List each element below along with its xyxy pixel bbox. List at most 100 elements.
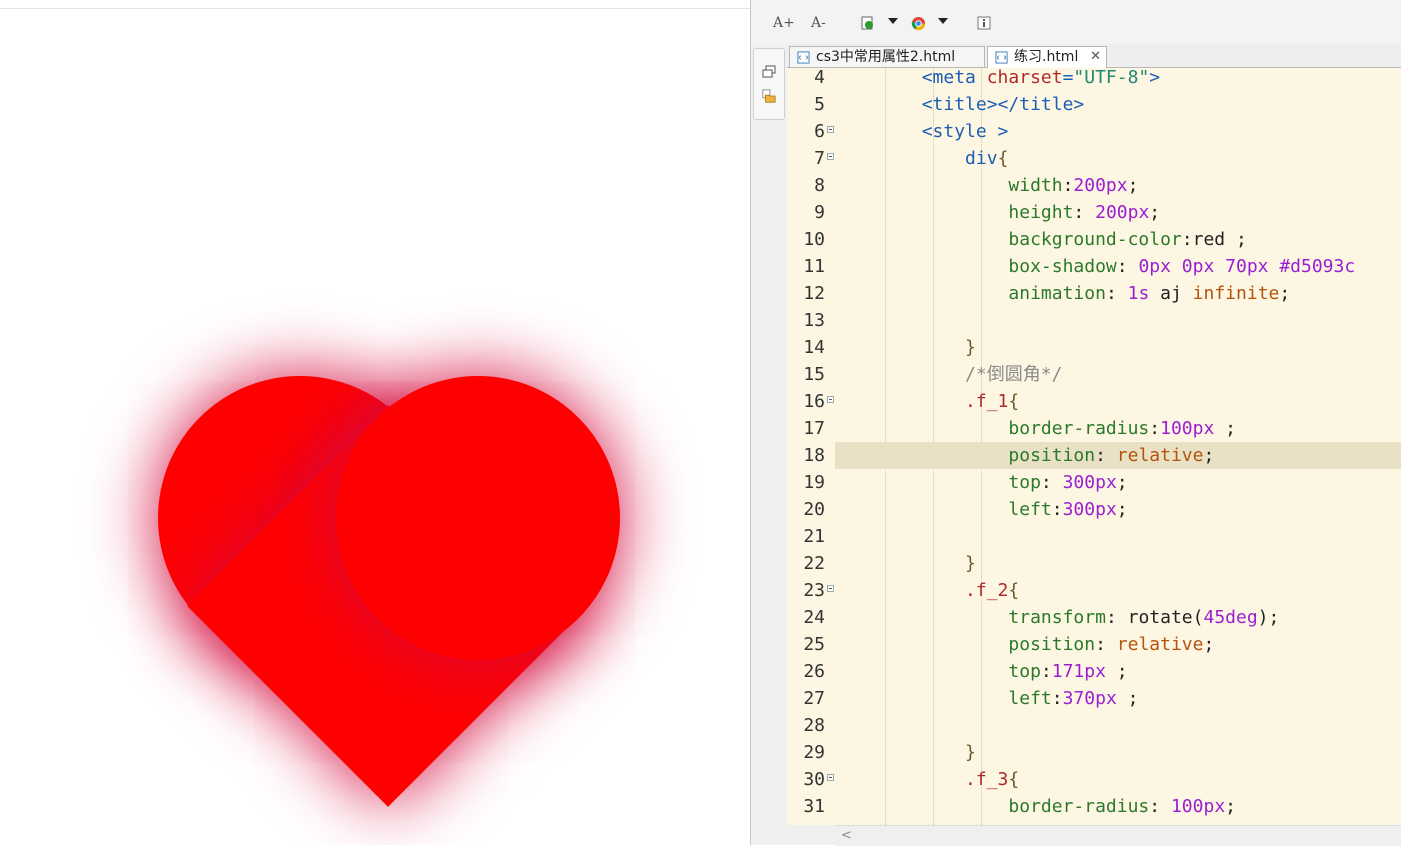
code-line: box-shadow: 0px 0px 70px #d5093c <box>835 253 1401 280</box>
code-token: infinite <box>1192 283 1280 304</box>
line-number: 18 <box>803 445 825 466</box>
html-file-icon <box>797 51 810 64</box>
run-icon <box>861 16 873 30</box>
close-tab-icon[interactable]: ✕ <box>1090 47 1101 67</box>
browser-preview <box>0 0 750 845</box>
code-token: { <box>1008 580 1020 601</box>
line-number: 16 <box>803 391 825 412</box>
code-token: .f_2 <box>835 580 1009 601</box>
code-line: width:200px; <box>835 172 1401 199</box>
line-number: 26 <box>803 661 825 682</box>
browser-preview-button[interactable] <box>911 12 926 34</box>
line-number: 27 <box>803 688 825 709</box>
code-token: height <box>835 202 1074 223</box>
line-number: 6 <box>814 121 825 142</box>
line-number: 7 <box>814 148 825 169</box>
tab-cs3-html[interactable]: cs3中常用属性2.html <box>789 46 985 67</box>
browser-dropdown-chevron-icon[interactable] <box>938 18 948 24</box>
line-number: 20 <box>803 499 825 520</box>
folder-files-icon[interactable] <box>761 89 777 103</box>
code-area[interactable]: <meta charset="UTF-8"> <title></title> <… <box>835 68 1401 825</box>
html-file-icon <box>995 51 1008 64</box>
horizontal-scrollbar[interactable]: < <box>835 825 1401 846</box>
line-number: 14 <box>803 337 825 358</box>
code-token: { <box>1008 769 1020 790</box>
code-token: 45deg <box>1203 607 1258 628</box>
code-token: animation <box>835 283 1106 304</box>
line-number: 12 <box>803 283 825 304</box>
code-token: 100px <box>1170 796 1226 817</box>
restore-window-icon[interactable] <box>761 65 777 79</box>
line-number: 29 <box>803 742 825 763</box>
code-token: div <box>835 148 998 169</box>
line-number: 21 <box>803 526 825 547</box>
side-panel <box>753 48 785 120</box>
code-line: height: 200px; <box>835 199 1401 226</box>
font-increase-button[interactable]: A+ <box>773 12 795 34</box>
code-token: background-color <box>835 229 1182 250</box>
code-line: border-radius:100px ; <box>835 415 1401 442</box>
code-token: position <box>835 634 1096 655</box>
code-token: : <box>1062 175 1074 196</box>
code-token: 200px <box>1073 175 1128 196</box>
code-token: 300px <box>1062 472 1117 493</box>
code-token: <style > <box>835 121 1009 142</box>
code-line: .f_3{ <box>835 766 1401 793</box>
fold-toggle-icon[interactable] <box>827 774 834 781</box>
fold-toggle-icon[interactable] <box>827 585 834 592</box>
code-token: border-radius <box>835 796 1150 817</box>
code-token: : <box>1040 661 1052 682</box>
code-line: /*倒圆角*/ <box>835 361 1401 388</box>
code-token: width <box>835 175 1063 196</box>
run-button[interactable] <box>861 12 875 34</box>
code-line: animation: 1s aj infinite; <box>835 280 1401 307</box>
scroll-left-icon[interactable]: < <box>841 828 852 843</box>
code-line: border-radius: 100px; <box>835 793 1401 820</box>
code-token: /*倒圆角*/ <box>835 364 1063 385</box>
line-number: 10 <box>803 229 825 250</box>
info-button[interactable] <box>977 12 991 34</box>
code-line: } <box>835 334 1401 361</box>
font-increase-icon: A+ <box>773 15 795 31</box>
line-number: 28 <box>803 715 825 736</box>
code-line: } <box>835 739 1401 766</box>
line-number: 11 <box>803 256 825 277</box>
font-decrease-button[interactable]: A- <box>811 12 826 34</box>
code-token: 171px <box>1051 661 1106 682</box>
line-number: 4 <box>814 68 825 88</box>
code-token: } <box>835 337 976 358</box>
code-token: : rotate( <box>1105 607 1204 628</box>
run-dropdown-chevron-icon[interactable] <box>888 18 898 24</box>
heart-right-circle <box>336 376 620 660</box>
code-token: <meta <box>835 68 987 88</box>
code-editor-pane: A+ A- cs3中常用属性2.html 练习.html ✕ 4 5 6 7 8… <box>750 0 1401 846</box>
tab-practice-html[interactable]: 练习.html ✕ <box>987 46 1107 68</box>
line-number: 30 <box>803 769 825 790</box>
code-token: relative <box>1116 445 1204 466</box>
code-token: box-shadow <box>835 256 1117 277</box>
code-line: top: 300px; <box>835 469 1401 496</box>
editor-toolbar: A+ A- <box>751 0 1401 44</box>
code-token: 200px <box>1095 202 1150 223</box>
code-line: left:300px; <box>835 496 1401 523</box>
line-number: 8 <box>814 175 825 196</box>
line-number: 22 <box>803 553 825 574</box>
code-token: : <box>1051 499 1063 520</box>
code-token: } <box>835 742 976 763</box>
code-token: position <box>835 445 1096 466</box>
preview-top-border <box>0 8 750 9</box>
code-token: : <box>1105 283 1128 304</box>
fold-toggle-icon[interactable] <box>827 396 834 403</box>
fold-toggle-icon[interactable] <box>827 126 834 133</box>
code-line: div{ <box>835 145 1401 172</box>
code-token: 0px 0px 70px #d5093c <box>1138 256 1356 277</box>
code-line: position: relative; <box>835 631 1401 658</box>
code-token: : <box>1095 445 1117 466</box>
code-token: .f_1 <box>835 391 1009 412</box>
fold-toggle-icon[interactable] <box>827 153 834 160</box>
code-token: :red ; <box>1181 229 1247 250</box>
code-line: } <box>835 550 1401 577</box>
line-number-gutter: 4 5 6 7 8 9 10 11 12 13 14 15 16 17 18 19 20 21 22 23 24 25 26… <box>787 68 835 825</box>
code-token: : <box>1073 202 1096 223</box>
code-token: : <box>1051 688 1063 709</box>
